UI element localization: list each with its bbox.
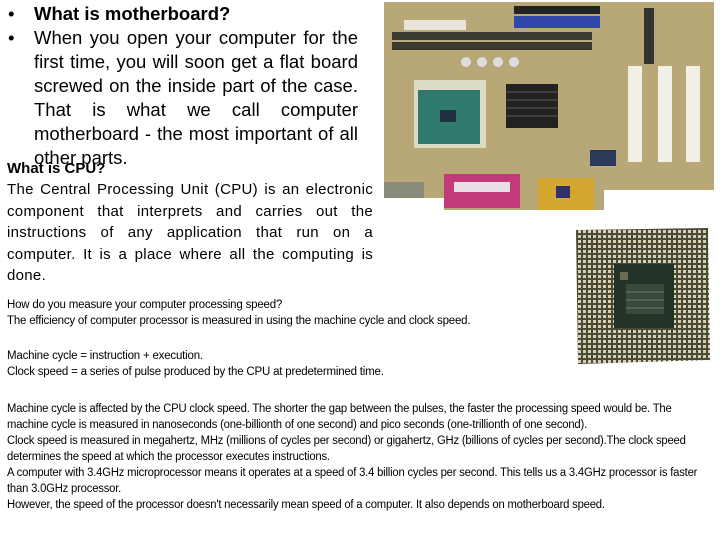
- paragraph-motherboard-speed: However, the speed of the processor does…: [7, 499, 605, 511]
- definition-machine-cycle: Machine cycle = instruction + execution.: [7, 350, 203, 362]
- paragraph-ghz-example: A computer with 3.4GHz microprocessor me…: [7, 467, 698, 495]
- speed-question: How do you measure your computer process…: [7, 299, 283, 311]
- cpu-section: What is CPU? The Central Processing Unit…: [7, 158, 373, 287]
- bullet-item: • What is motherboard?: [8, 2, 358, 26]
- bullet-item: • When you open your computer for the fi…: [8, 26, 358, 170]
- speed-intro: How do you measure your computer process…: [7, 297, 567, 329]
- bullet-dot: •: [8, 27, 15, 48]
- definition-clock-speed: Clock speed = a series of pulse produced…: [7, 366, 384, 378]
- speed-details: Machine cycle is affected by the CPU clo…: [7, 401, 705, 513]
- motherboard-description: When you open your computer for the firs…: [34, 27, 358, 168]
- speed-answer: The efficiency of computer processor is …: [7, 315, 471, 327]
- cpu-heading: What is CPU?: [7, 160, 106, 177]
- cpu-illustration: [576, 228, 710, 364]
- paragraph-machine-cycle: Machine cycle is affected by the CPU clo…: [7, 403, 672, 431]
- motherboard-bullets: • What is motherboard? • When you open y…: [8, 0, 358, 170]
- paragraph-clock-speed: Clock speed is measured in megahertz, MH…: [7, 435, 686, 463]
- bullet-dot: •: [8, 3, 15, 24]
- motherboard-heading: What is motherboard?: [34, 3, 231, 24]
- motherboard-image: [384, 2, 714, 210]
- cpu-description: The Central Processing Unit (CPU) is an …: [7, 181, 373, 284]
- motherboard-illustration: [384, 2, 714, 210]
- cpu-image: [572, 224, 712, 369]
- definitions: Machine cycle = instruction + execution.…: [7, 348, 567, 380]
